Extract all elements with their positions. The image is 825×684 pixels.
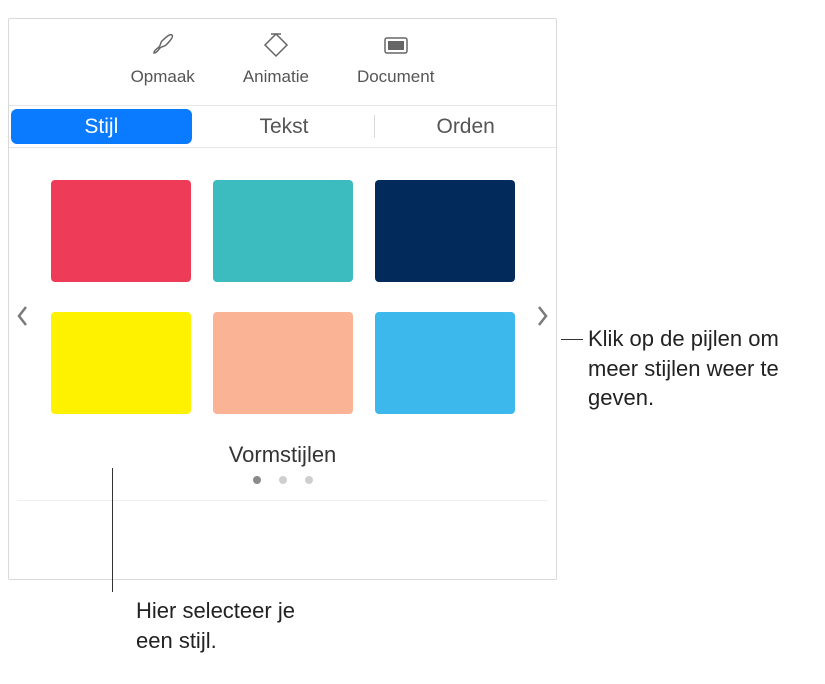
callout-leader <box>112 468 113 592</box>
toolbar-item-animatie[interactable]: Animatie <box>243 29 309 87</box>
style-swatch[interactable] <box>51 312 191 414</box>
page-dots <box>9 476 556 484</box>
brush-icon <box>147 29 179 61</box>
styles-grid <box>9 180 556 414</box>
inspector-tabs: Stijl Tekst Orden <box>9 106 556 148</box>
diamond-icon <box>260 29 292 61</box>
divider <box>17 500 548 501</box>
callout-select-style: Hier selecteer je een stijl. <box>136 596 316 655</box>
toolbar-item-document[interactable]: Document <box>357 29 434 87</box>
callout-leader <box>561 339 583 340</box>
style-swatch[interactable] <box>213 180 353 282</box>
tab-stijl[interactable]: Stijl <box>11 109 192 144</box>
document-icon <box>380 29 412 61</box>
style-swatch[interactable] <box>375 312 515 414</box>
page-dot[interactable] <box>279 476 287 484</box>
page-dot[interactable] <box>305 476 313 484</box>
styles-area: Vormstijlen <box>9 148 556 501</box>
toolbar-label: Animatie <box>243 67 309 87</box>
toolbar-label: Opmaak <box>131 67 195 87</box>
tab-tekst[interactable]: Tekst <box>194 106 375 147</box>
tab-orden[interactable]: Orden <box>375 106 556 147</box>
callout-arrows: Klik op de pijlen om meer stijlen weer t… <box>588 324 808 413</box>
style-swatch[interactable] <box>213 312 353 414</box>
page-dot[interactable] <box>253 476 261 484</box>
format-panel: Opmaak Animatie Document Stijl Tekst Ord… <box>8 18 557 580</box>
prev-styles-arrow[interactable] <box>13 296 33 336</box>
styles-section-title: Vormstijlen <box>9 442 556 468</box>
style-swatch[interactable] <box>375 180 515 282</box>
toolbar-item-opmaak[interactable]: Opmaak <box>131 29 195 87</box>
toolbar-label: Document <box>357 67 434 87</box>
style-swatch[interactable] <box>51 180 191 282</box>
next-styles-arrow[interactable] <box>532 296 552 336</box>
toolbar: Opmaak Animatie Document <box>9 19 556 106</box>
